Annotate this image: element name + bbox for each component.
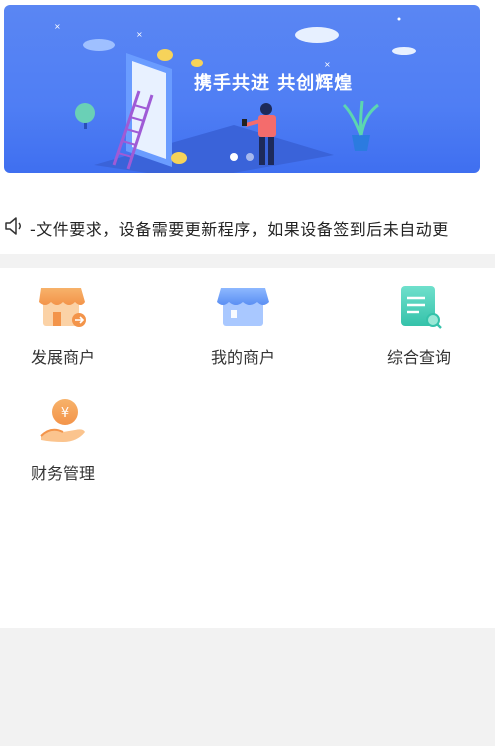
menu-item-finance-management[interactable]: ¥ 财务管理: [8, 384, 118, 484]
menu-item-my-merchant[interactable]: 我的商户: [188, 268, 298, 368]
notice-bar[interactable]: -文件要求，设备需要更新程序，如果设备签到后未自动更: [0, 205, 495, 249]
menu-item-label: 发展商户: [30, 348, 95, 367]
svg-text:×: ×: [54, 22, 61, 31]
speaker-icon: [4, 215, 24, 241]
function-menu: 发展商户 我的商户 综合查询 ¥ 财务管理: [0, 268, 495, 628]
notice-text: -文件要求，设备需要更新程序，如果设备签到后未自动更: [30, 220, 449, 239]
comprehensive-query-icon: [393, 280, 445, 332]
menu-item-label: 财务管理: [30, 464, 95, 483]
menu-item-label: 综合查询: [386, 348, 451, 367]
banner-title: 携手共进 共创辉煌: [194, 73, 354, 94]
svg-text:×: ×: [324, 60, 331, 69]
my-merchant-icon: [217, 280, 269, 332]
carousel-dot-2[interactable]: [246, 153, 254, 161]
menu-item-label: 我的商户: [210, 348, 275, 367]
menu-item-comprehensive-query[interactable]: 综合查询: [364, 268, 474, 368]
banner-carousel[interactable]: × × × 携手共进 共创辉煌: [4, 5, 480, 173]
carousel-dots: [230, 153, 254, 161]
menu-item-develop-merchant[interactable]: 发展商户: [8, 268, 118, 368]
carousel-dot-1[interactable]: [230, 153, 238, 161]
svg-text:¥: ¥: [61, 406, 69, 421]
finance-management-icon: ¥: [37, 396, 89, 448]
develop-merchant-icon: [37, 280, 89, 332]
svg-text:×: ×: [136, 30, 143, 39]
